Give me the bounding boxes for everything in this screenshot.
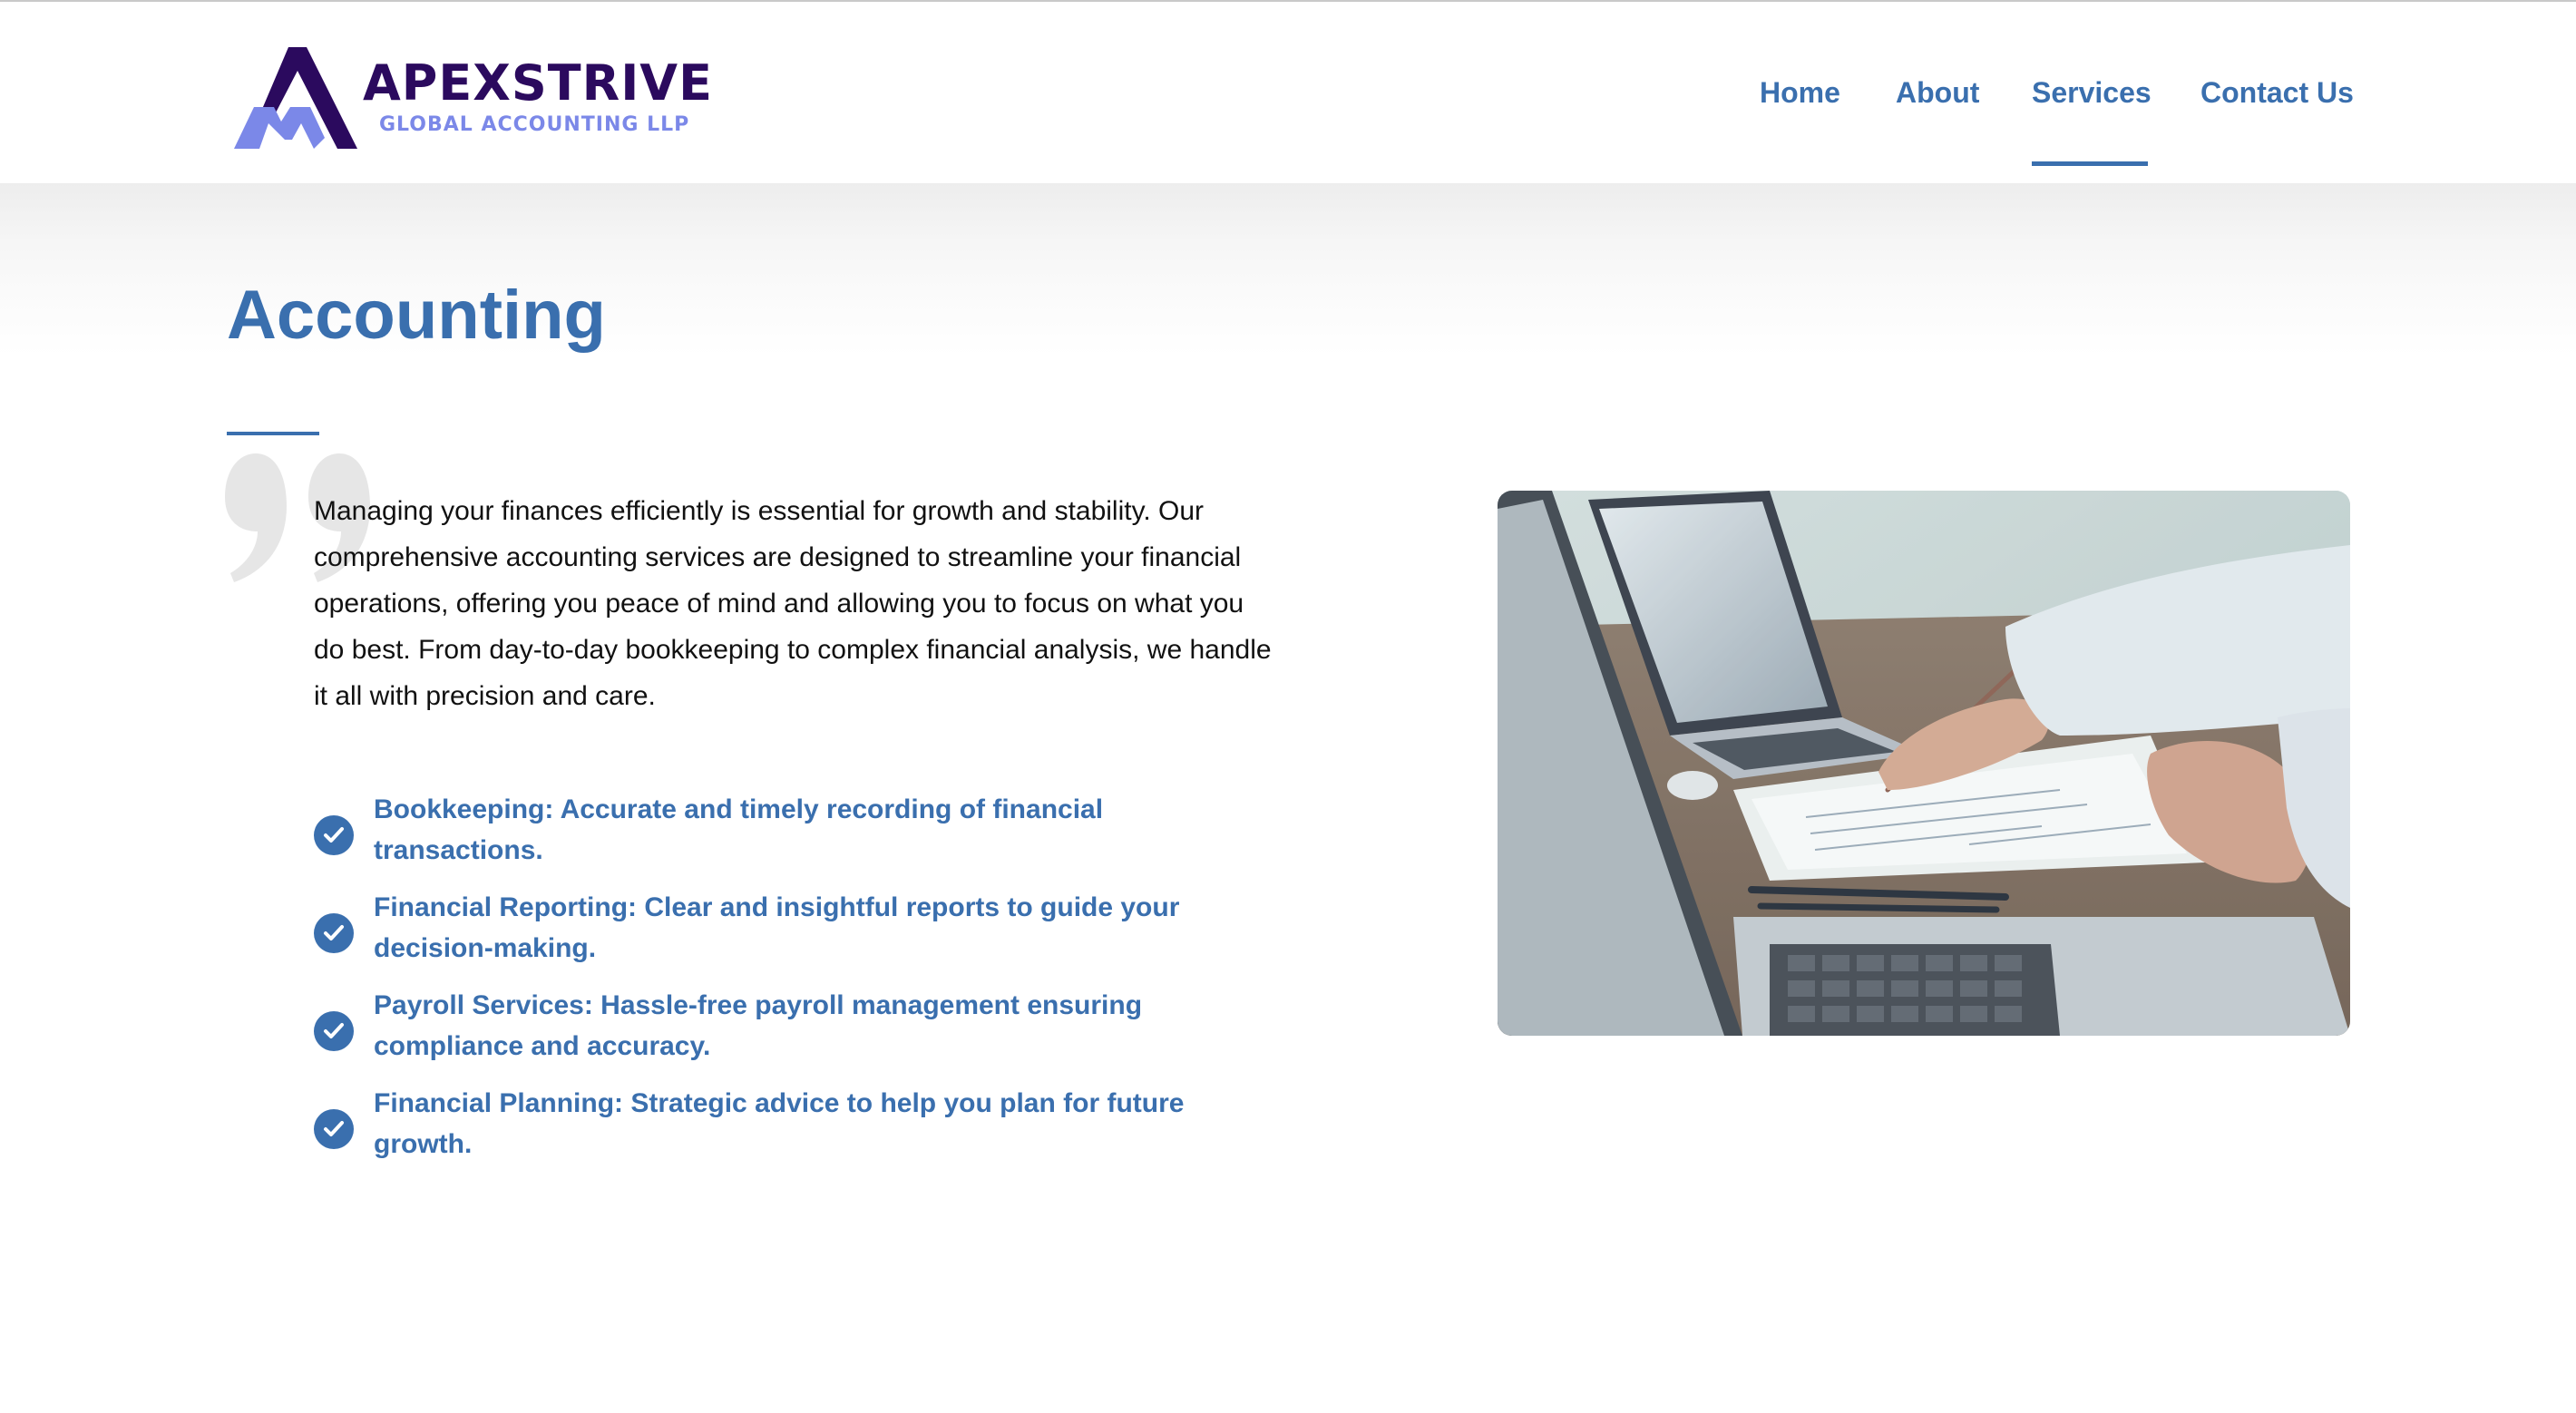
- nav-about[interactable]: About: [1896, 73, 1979, 112]
- accounting-photo: [1498, 491, 2350, 1036]
- list-item: Financial Planning: Strategic advice to …: [314, 1083, 1221, 1174]
- title-divider: [227, 432, 319, 435]
- list-item: Payroll Services: Hassle-free payroll ma…: [314, 985, 1221, 1076]
- nav-contact-us[interactable]: Contact Us: [2200, 73, 2354, 112]
- intro-paragraph: Managing your finances efficiently is es…: [314, 496, 1272, 711]
- feature-text: Financial Planning: Strategic advice to …: [374, 1088, 1185, 1159]
- page: APEXSTRIVE GLOBAL ACCOUNTING LLP Home Ab…: [0, 0, 2576, 1413]
- nav-active-indicator: [2032, 161, 2148, 166]
- site-header: APEXSTRIVE GLOBAL ACCOUNTING LLP Home Ab…: [0, 2, 2576, 183]
- list-item: Financial Reporting: Clear and insightfu…: [314, 887, 1221, 978]
- check-circle-icon: [314, 913, 354, 953]
- feature-text: Payroll Services: Hassle-free payroll ma…: [374, 990, 1143, 1061]
- check-circle-icon: [314, 1109, 354, 1149]
- nav-home[interactable]: Home: [1760, 73, 1840, 112]
- feature-text: Bookkeeping: Accurate and timely recordi…: [374, 794, 1104, 865]
- nav-services[interactable]: Services: [2032, 73, 2152, 112]
- feature-text: Financial Reporting: Clear and insightfu…: [374, 892, 1180, 963]
- laptop-desk-image: [1498, 491, 2350, 1036]
- main-nav: Home About Services Contact Us: [0, 73, 2576, 127]
- list-item: Bookkeeping: Accurate and timely recordi…: [314, 789, 1221, 880]
- check-circle-icon: [314, 1011, 354, 1051]
- page-title: Accounting: [227, 277, 606, 354]
- check-circle-icon: [314, 815, 354, 855]
